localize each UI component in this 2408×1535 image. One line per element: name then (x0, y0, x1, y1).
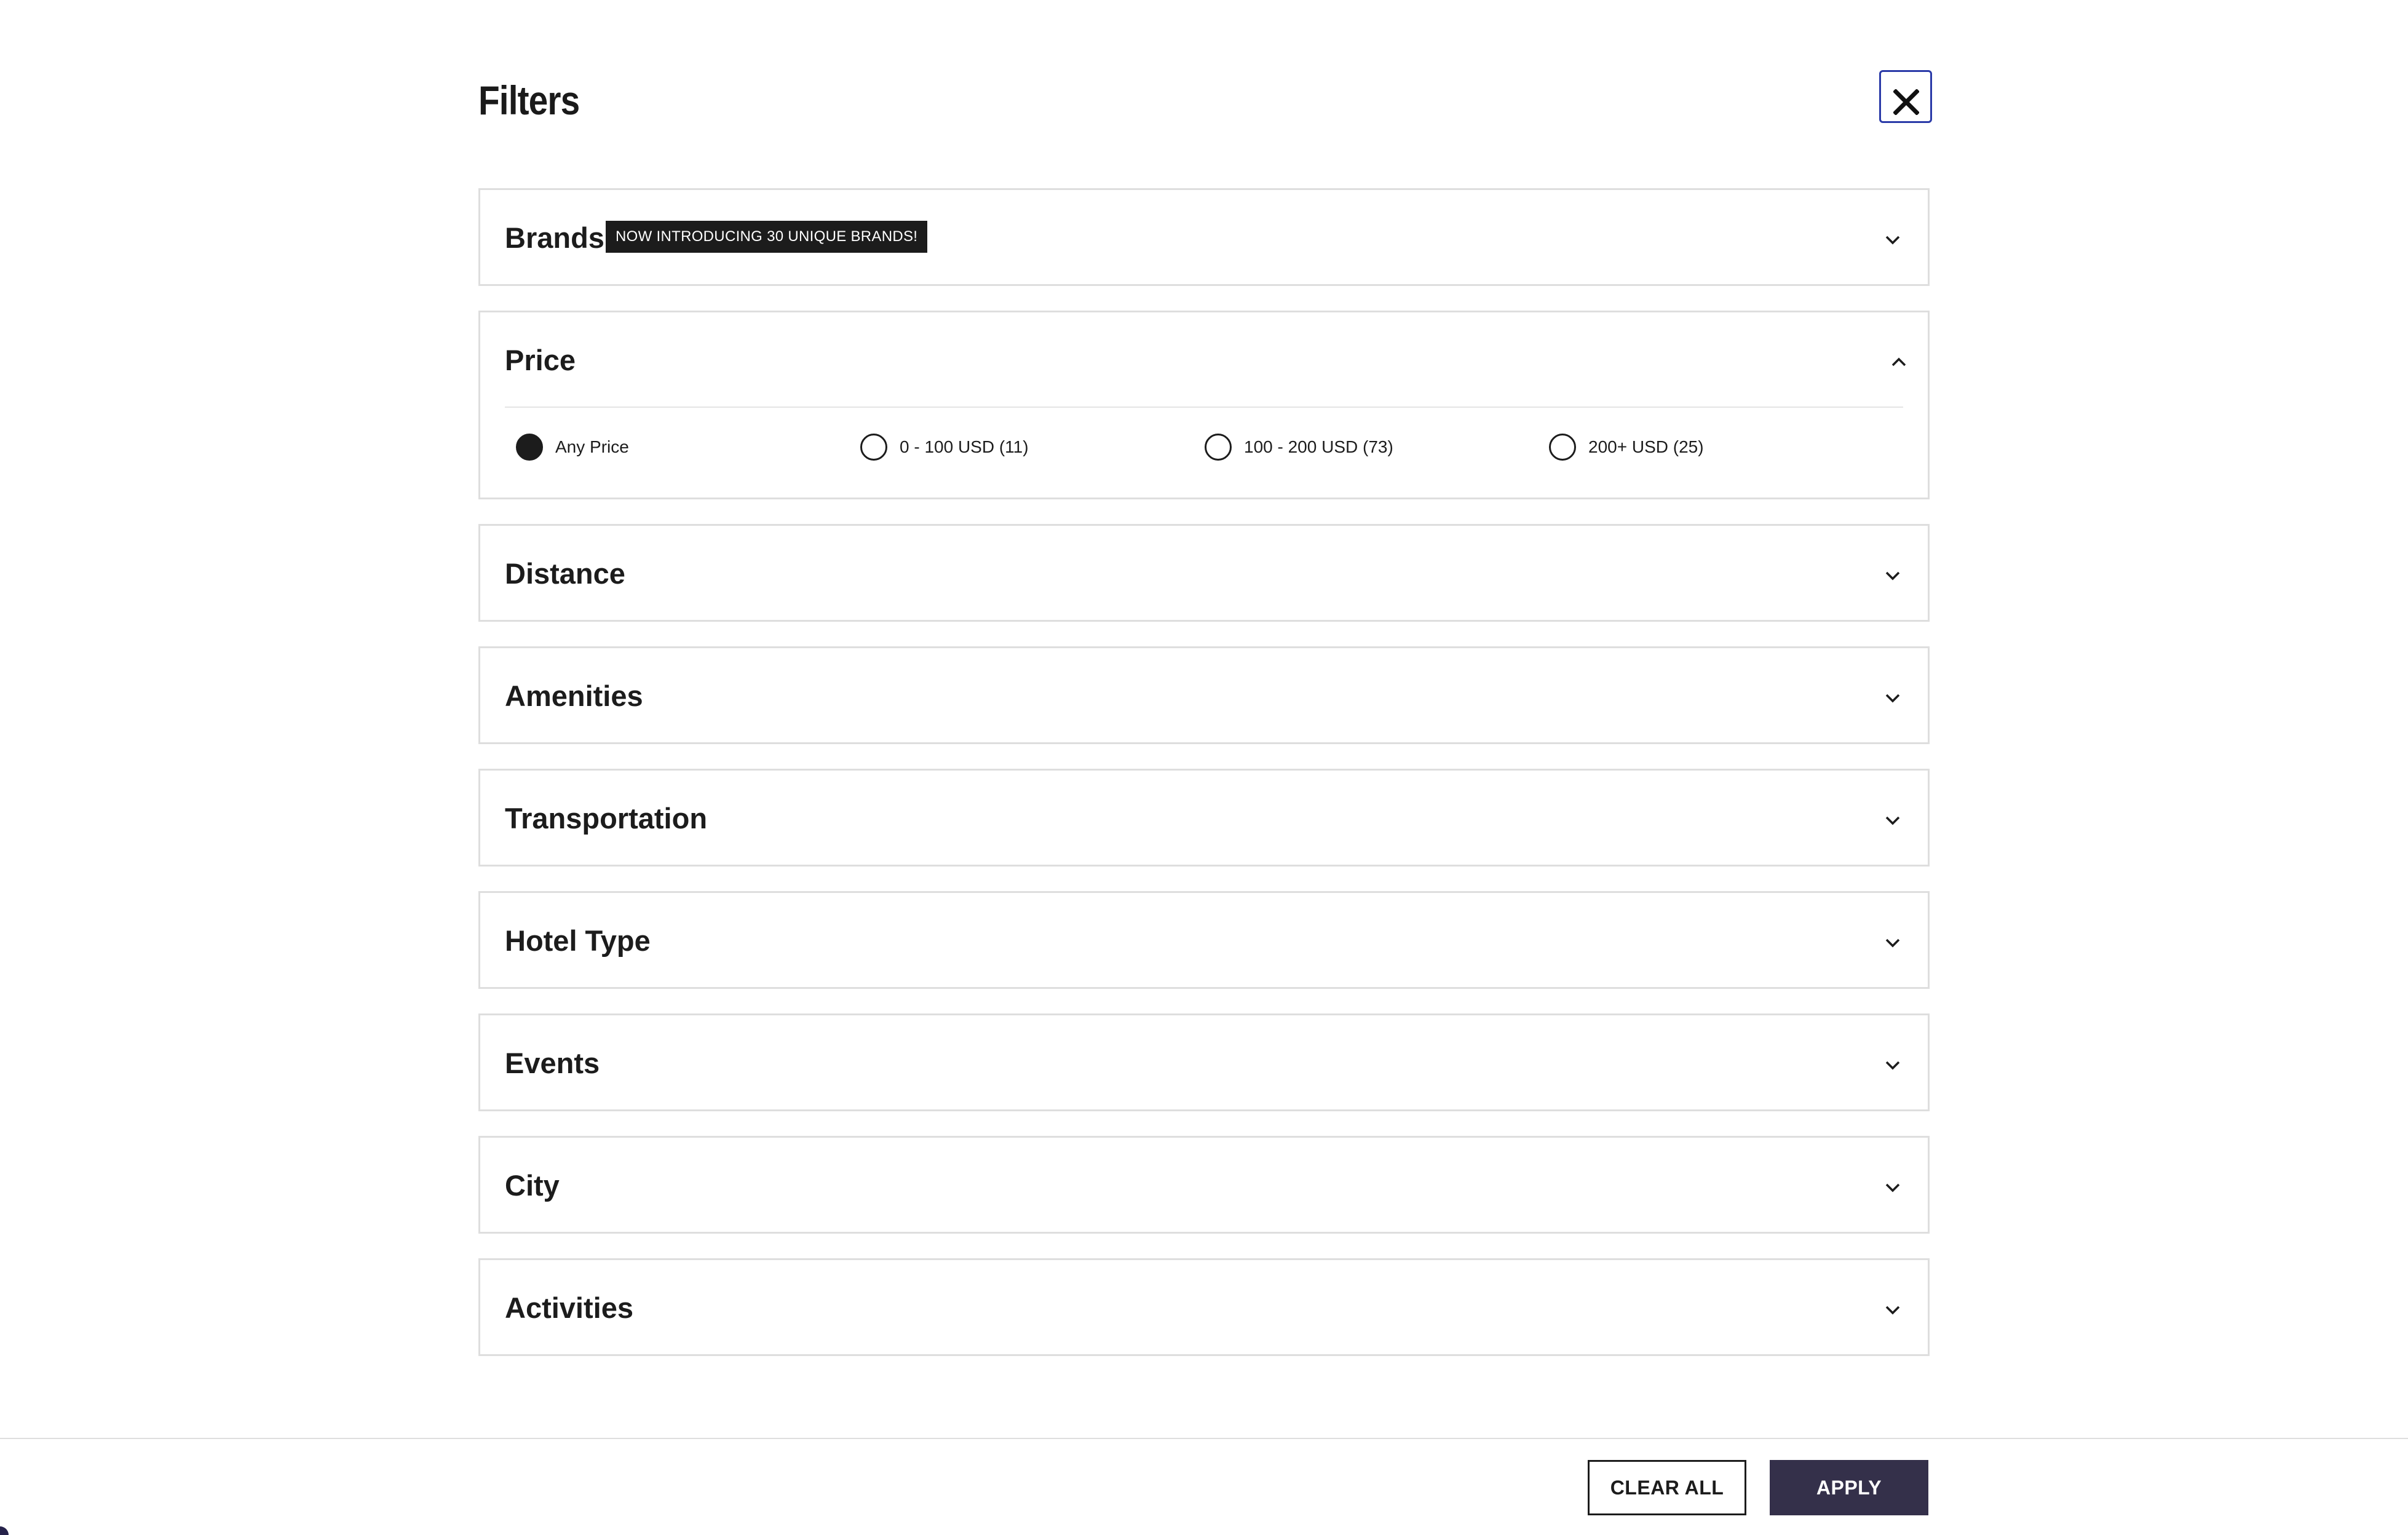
chevron-down-icon (1885, 816, 1900, 825)
filter-section-city: City (478, 1136, 1930, 1234)
filter-section-brands: Brands NOW INTRODUCING 30 UNIQUE BRANDS! (478, 188, 1930, 286)
section-title-price: Price (505, 344, 576, 376)
amenities-header[interactable]: Amenities (480, 648, 1928, 742)
events-header[interactable]: Events (480, 1015, 1928, 1109)
modal-header: Filters (478, 68, 1932, 129)
filter-section-events: Events (478, 1013, 1930, 1111)
price-option-label: 100 - 200 USD (73) (1244, 437, 1393, 456)
radio-button[interactable] (860, 434, 887, 461)
filter-section-amenities: Amenities (478, 646, 1930, 744)
section-title-activities: Activities (505, 1291, 633, 1324)
section-title-transportation: Transportation (505, 802, 708, 835)
chevron-down-icon (1885, 571, 1900, 581)
modal-title: Filters (478, 77, 580, 123)
chevron-down-icon (1885, 938, 1900, 948)
close-icon (1893, 89, 1919, 115)
price-option-label: 0 - 100 USD (11) (900, 437, 1029, 456)
section-title-amenities: Amenities (505, 680, 643, 712)
filter-section-transportation: Transportation (478, 769, 1930, 867)
price-option-label: Any Price (555, 437, 629, 456)
price-header[interactable]: Price (480, 312, 1928, 407)
chevron-down-icon (1885, 1183, 1900, 1192)
section-title-hotel-type: Hotel Type (505, 924, 651, 957)
hotel-type-header[interactable]: Hotel Type (480, 893, 1928, 987)
chevron-down-icon (1885, 1306, 1900, 1315)
brands-promo-badge: NOW INTRODUCING 30 UNIQUE BRANDS! (606, 221, 928, 253)
transportation-header[interactable]: Transportation (480, 771, 1928, 865)
city-header[interactable]: City (480, 1138, 1928, 1232)
price-options: Any Price 0 - 100 USD (11) 100 - 200 USD… (505, 407, 1903, 498)
clear-all-button[interactable]: CLEAR ALL (1588, 1460, 1746, 1515)
price-option-label: 200+ USD (25) (1588, 437, 1704, 456)
close-button[interactable] (1879, 70, 1932, 123)
filter-list: Brands NOW INTRODUCING 30 UNIQUE BRANDS!… (478, 188, 1930, 1381)
distance-header[interactable]: Distance (480, 526, 1928, 620)
radio-button-checked[interactable] (516, 434, 543, 461)
modal-footer: CLEAR ALL APPLY (0, 1438, 2408, 1535)
filter-section-distance: Distance (478, 524, 1930, 622)
filter-section-activities: Activities (478, 1258, 1930, 1356)
radio-button[interactable] (1205, 434, 1232, 461)
brands-header[interactable]: Brands NOW INTRODUCING 30 UNIQUE BRANDS! (480, 190, 1928, 284)
chevron-up-icon (1891, 357, 1906, 367)
section-title-brands: Brands (505, 221, 604, 254)
section-title-events: Events (505, 1047, 600, 1079)
apply-button[interactable]: APPLY (1770, 1460, 1928, 1515)
filter-section-hotel-type: Hotel Type (478, 891, 1930, 989)
radio-button[interactable] (1549, 434, 1576, 461)
section-title-distance: Distance (505, 557, 625, 590)
filter-section-price: Price Any Price 0 - 100 USD (11) 100 - 2… (478, 311, 1930, 499)
section-title-city: City (505, 1169, 560, 1202)
chevron-down-icon (1885, 236, 1900, 245)
chevron-down-icon (1885, 694, 1900, 703)
activities-header[interactable]: Activities (480, 1260, 1928, 1354)
chevron-down-icon (1885, 1061, 1900, 1070)
